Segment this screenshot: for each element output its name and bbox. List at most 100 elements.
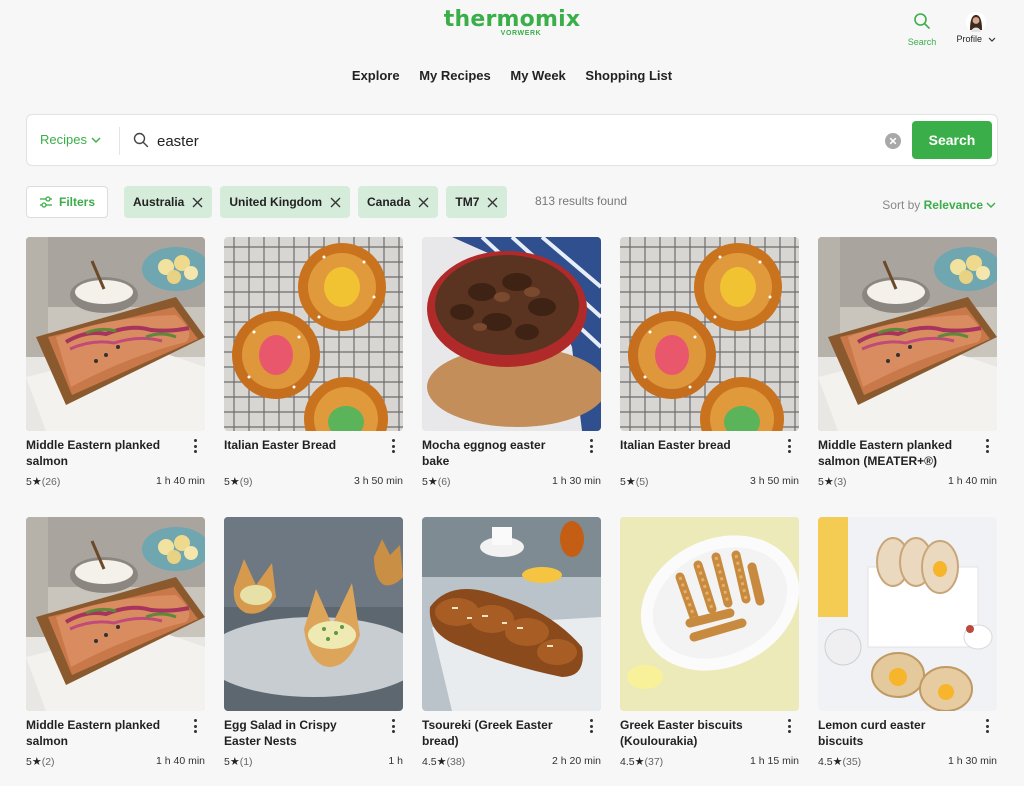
recipe-card[interactable]: Mocha eggnog easter bake 5★(6) 1 h 30 min bbox=[422, 237, 601, 488]
more-options-icon[interactable] bbox=[782, 717, 796, 735]
recipe-time: 1 h 30 min bbox=[947, 755, 997, 767]
rating-count: (38) bbox=[446, 756, 466, 768]
clear-search-button[interactable] bbox=[885, 133, 901, 149]
search-icon bbox=[133, 132, 149, 148]
recipe-meta: 5★(9) 3 h 50 min bbox=[224, 475, 403, 488]
search-bar: Recipes Search bbox=[26, 114, 998, 166]
more-options-icon[interactable] bbox=[980, 717, 994, 735]
nav-explore[interactable]: Explore bbox=[352, 68, 400, 83]
more-options-icon[interactable] bbox=[386, 437, 400, 455]
recipe-card[interactable]: Middle Eastern planked salmon (MEATER+®)… bbox=[818, 237, 997, 488]
recipe-title[interactable]: Italian Easter bread bbox=[620, 437, 770, 453]
recipe-meta: 4.5★(38) 2 h 20 min bbox=[422, 755, 601, 768]
search-input[interactable] bbox=[157, 127, 877, 155]
star-icon: ★ bbox=[427, 476, 438, 488]
filter-chip-united-kingdom[interactable]: United Kingdom bbox=[220, 186, 351, 218]
filter-chip-label: TM7 bbox=[455, 195, 480, 209]
filter-chip-label: Canada bbox=[367, 195, 411, 209]
star-icon: ★ bbox=[625, 476, 636, 488]
recipe-title[interactable]: Middle Eastern planked salmon bbox=[26, 717, 176, 749]
close-icon[interactable] bbox=[192, 197, 203, 208]
recipe-card[interactable]: Greek Easter biscuits (Koulourakia) 4.5★(… bbox=[620, 517, 799, 768]
more-options-icon[interactable] bbox=[584, 437, 598, 455]
nav-my-week[interactable]: My Week bbox=[510, 68, 565, 83]
recipe-card[interactable]: Lemon curd easter biscuits 4.5★(35) 1 h 30… bbox=[818, 517, 997, 768]
recipe-title[interactable]: Middle Eastern planked salmon (MEATER+®) bbox=[818, 437, 968, 469]
recipe-title[interactable]: Italian Easter Bread bbox=[224, 437, 374, 453]
recipe-meta: 5★(1) 1 h bbox=[224, 755, 403, 768]
recipe-title[interactable]: Egg Salad in Crispy Easter Nests bbox=[224, 717, 374, 749]
results-count: 813 results found bbox=[535, 194, 628, 208]
more-options-icon[interactable] bbox=[386, 717, 400, 735]
recipe-image[interactable] bbox=[422, 517, 601, 711]
recipe-time: 3 h 50 min bbox=[353, 475, 403, 487]
recipe-image[interactable] bbox=[26, 237, 205, 431]
close-icon[interactable] bbox=[330, 197, 341, 208]
filters-button[interactable]: Filters bbox=[26, 186, 108, 218]
sort-dropdown[interactable]: Sort by Relevance bbox=[882, 198, 996, 212]
recipe-meta: 5★(3) 1 h 40 min bbox=[818, 475, 997, 488]
close-icon bbox=[889, 137, 897, 145]
search-type-dropdown[interactable]: Recipes bbox=[40, 132, 101, 147]
recipe-title[interactable]: Mocha eggnog easter bake bbox=[422, 437, 572, 469]
close-icon[interactable] bbox=[487, 197, 498, 208]
star-icon: ★ bbox=[31, 756, 42, 768]
recipe-image[interactable] bbox=[620, 517, 799, 711]
search-divider bbox=[119, 127, 120, 155]
recipe-image[interactable] bbox=[224, 517, 403, 711]
filter-chip-australia[interactable]: Australia bbox=[124, 186, 213, 218]
rating-count: (5) bbox=[635, 476, 649, 488]
recipe-time: 1 h 40 min bbox=[947, 475, 997, 487]
recipe-image[interactable] bbox=[224, 237, 403, 431]
star-icon: ★ bbox=[832, 756, 843, 768]
recipe-card[interactable]: Egg Salad in Crispy Easter Nests 5★(1) 1 h bbox=[224, 517, 403, 768]
logo-subtitle: VORWERK bbox=[500, 30, 542, 37]
filter-chip-tm7[interactable]: TM7 bbox=[446, 186, 508, 218]
recipe-title[interactable]: Middle Eastern planked salmon bbox=[26, 437, 176, 469]
more-options-icon[interactable] bbox=[980, 437, 994, 455]
recipe-image[interactable] bbox=[26, 517, 205, 711]
recipe-card[interactable]: Middle Eastern planked salmon 5★(26) 1 h 4… bbox=[26, 237, 205, 488]
sliders-icon bbox=[39, 196, 52, 208]
rating-value: 4.5 bbox=[620, 756, 635, 768]
filter-chip-canada[interactable]: Canada bbox=[358, 186, 439, 218]
recipe-image[interactable] bbox=[818, 517, 997, 711]
recipe-card[interactable]: Italian Easter bread 5★(5) 3 h 50 min bbox=[620, 237, 799, 488]
chevron-down-icon bbox=[986, 202, 996, 209]
chevron-down-icon bbox=[988, 37, 995, 42]
recipe-card[interactable]: Tsoureki (Greek Easter bread) 4.5★(38) 2 h… bbox=[422, 517, 601, 768]
avatar bbox=[966, 12, 986, 32]
thermomix-logo[interactable]: thermomix VORWERK bbox=[0, 6, 1024, 37]
nav-shopping-list[interactable]: Shopping List bbox=[585, 68, 672, 83]
main-nav: Explore My Recipes My Week Shopping List bbox=[0, 68, 1024, 83]
recipe-title[interactable]: Tsoureki (Greek Easter bread) bbox=[422, 717, 572, 749]
star-icon: ★ bbox=[31, 476, 42, 488]
header-search-button[interactable]: Search bbox=[900, 12, 944, 47]
profile-menu[interactable]: Profile bbox=[948, 12, 1004, 44]
rating-count: (9) bbox=[239, 476, 253, 488]
more-options-icon[interactable] bbox=[188, 437, 202, 455]
search-icon bbox=[914, 13, 930, 29]
profile-label: Profile bbox=[956, 34, 982, 44]
recipe-time: 1 h bbox=[388, 755, 403, 767]
nav-my-recipes[interactable]: My Recipes bbox=[419, 68, 491, 83]
recipe-title[interactable]: Greek Easter biscuits (Koulourakia) bbox=[620, 717, 770, 749]
recipe-meta: 5★(6) 1 h 30 min bbox=[422, 475, 601, 488]
more-options-icon[interactable] bbox=[584, 717, 598, 735]
recipe-image[interactable] bbox=[422, 237, 601, 431]
filter-chip-label: Australia bbox=[133, 195, 185, 209]
more-options-icon[interactable] bbox=[188, 717, 202, 735]
recipe-image[interactable] bbox=[620, 237, 799, 431]
star-icon: ★ bbox=[229, 476, 240, 488]
recipe-meta: 4.5★(35) 1 h 30 min bbox=[818, 755, 997, 768]
recipe-time: 2 h 20 min bbox=[551, 755, 601, 767]
more-options-icon[interactable] bbox=[782, 437, 796, 455]
close-icon[interactable] bbox=[418, 197, 429, 208]
recipe-card[interactable]: Middle Eastern planked salmon 5★(2) 1 h 40… bbox=[26, 517, 205, 768]
search-button[interactable]: Search bbox=[912, 121, 992, 159]
recipe-card[interactable]: Italian Easter Bread 5★(9) 3 h 50 min bbox=[224, 237, 403, 488]
recipe-title[interactable]: Lemon curd easter biscuits bbox=[818, 717, 968, 749]
rating-count: (37) bbox=[644, 756, 664, 768]
recipe-meta: 4.5★(37) 1 h 15 min bbox=[620, 755, 799, 768]
recipe-image[interactable] bbox=[818, 237, 997, 431]
